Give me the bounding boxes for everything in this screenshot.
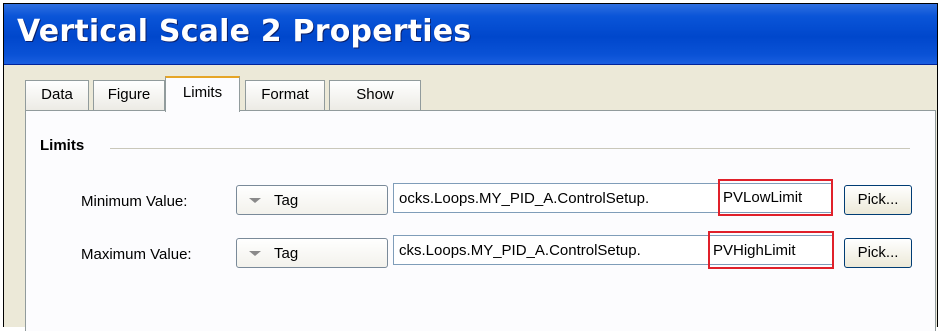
limits-panel: Limits Minimum Value: Tag ocks.Loops.MY_… — [25, 110, 936, 331]
maximum-tag-member: PVHighLimit — [713, 242, 796, 259]
tab-format[interactable]: Format — [245, 80, 325, 110]
maximum-source-dropdown[interactable]: Tag — [236, 238, 388, 268]
dropdown-arrow-icon — [249, 251, 261, 256]
maximum-pick-button[interactable]: Pick... — [844, 238, 912, 268]
maximum-value-label: Maximum Value: — [81, 246, 192, 263]
tab-format-label: Format — [261, 86, 309, 103]
minimum-source-dropdown[interactable]: Tag — [236, 185, 388, 215]
tab-limits-label: Limits — [182, 84, 223, 101]
minimum-tag-member: PVLowLimit — [723, 189, 803, 206]
window-title: Vertical Scale 2 Properties — [17, 14, 472, 49]
tab-data-label: Data — [41, 86, 73, 103]
dropdown-arrow-icon — [249, 198, 261, 203]
minimum-pick-label: Pick... — [857, 191, 899, 208]
maximum-source-value: Tag — [274, 245, 299, 262]
maximum-tag-path: cks.Loops.MY_PID_A.ControlSetup. — [399, 242, 641, 259]
tab-data[interactable]: Data — [25, 80, 89, 110]
maximum-highlight-box: PVHighLimit — [708, 231, 834, 269]
properties-dialog: Vertical Scale 2 Properties Data Figure … — [3, 3, 938, 331]
minimum-pick-button[interactable]: Pick... — [844, 185, 912, 215]
minimum-source-value: Tag — [274, 192, 299, 209]
tab-show[interactable]: Show — [329, 80, 421, 110]
title-bar[interactable]: Vertical Scale 2 Properties — [4, 4, 937, 65]
limits-group-label: Limits — [40, 137, 85, 154]
tab-figure[interactable]: Figure — [93, 80, 165, 110]
tab-limits[interactable]: Limits — [165, 76, 240, 112]
minimum-highlight-box: PVLowLimit — [718, 179, 833, 216]
tab-figure-label: Figure — [107, 86, 151, 103]
tab-show-label: Show — [356, 86, 394, 103]
minimum-tag-path: ocks.Loops.MY_PID_A.ControlSetup. — [399, 190, 650, 207]
group-divider — [110, 148, 910, 149]
minimum-value-label: Minimum Value: — [81, 193, 188, 210]
tab-strip: Data Figure Limits Format Show — [25, 76, 925, 112]
maximum-pick-label: Pick... — [857, 244, 899, 261]
